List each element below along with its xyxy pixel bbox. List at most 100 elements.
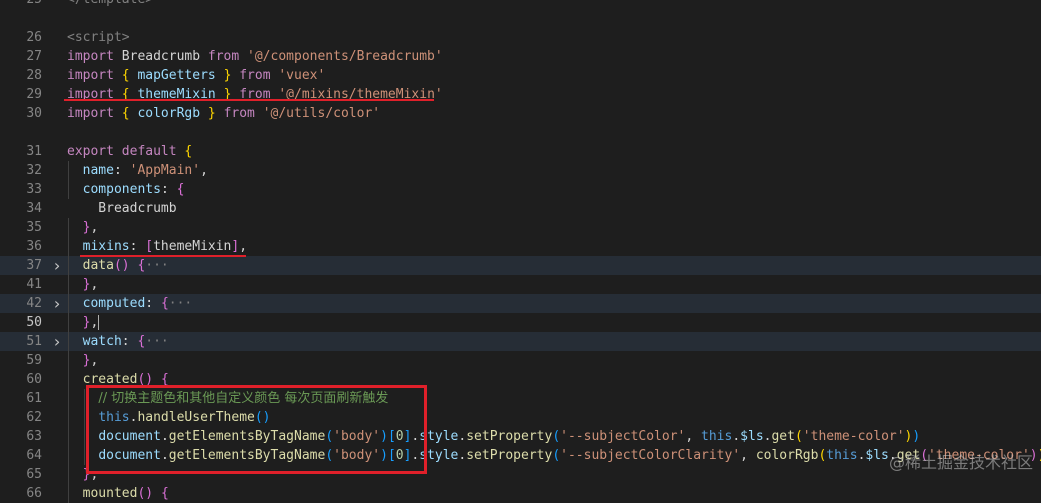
code-line[interactable]: 32 name: 'AppMain',	[0, 161, 1041, 180]
line-number: 42	[26, 296, 42, 311]
line-number: 62	[26, 410, 42, 425]
code-text: export default {	[67, 142, 192, 161]
code-token: from	[223, 106, 255, 121]
line-number: 25	[0, 0, 42, 9]
code-text: },	[67, 351, 99, 370]
code-text: },	[67, 313, 100, 332]
fold-chevron-icon[interactable]: ›	[51, 256, 63, 275]
code-line[interactable]: 50 },	[0, 313, 1041, 332]
indent-guide	[68, 237, 69, 256]
code-token: ,	[740, 448, 756, 463]
code-text: data() {···	[67, 256, 169, 275]
code-line[interactable]: 25 </template>	[0, 0, 1041, 9]
code-line[interactable]	[0, 123, 1041, 142]
fold-chevron-icon[interactable]: ›	[51, 332, 63, 351]
code-line[interactable]: 59 },	[0, 351, 1041, 370]
underline-annotation-mixins	[80, 255, 246, 257]
indent-guide	[68, 332, 69, 351]
code-token: {	[121, 106, 130, 121]
code-line[interactable]: 42 › computed: {···	[0, 294, 1041, 313]
line-number: 61	[26, 391, 42, 406]
code-line[interactable]: 28 import { mapGetters } from 'vuex'	[0, 66, 1041, 85]
code-text: </template>	[67, 0, 153, 9]
code-token: mapGetters	[137, 68, 216, 83]
line-number: 60	[26, 372, 42, 387]
code-token: colorRgb	[755, 448, 819, 463]
code-token: from	[239, 68, 271, 83]
line-number: 26	[26, 30, 42, 45]
indent-guide	[68, 313, 69, 332]
code-token: setProperty	[466, 429, 553, 444]
code-token: ()	[137, 486, 154, 501]
code-token: .	[732, 429, 741, 444]
code-line[interactable]: 66 mounted() {	[0, 484, 1041, 503]
code-line[interactable]: 31 export default {	[0, 142, 1041, 161]
code-text: mounted() {	[67, 484, 169, 503]
indent-guide	[68, 389, 69, 408]
code-token: ,	[239, 239, 248, 254]
line-number: 66	[26, 486, 42, 501]
code-token: Breadcrumb	[113, 49, 208, 64]
code-token: import	[67, 68, 114, 83]
code-text: mixins: [themeMixin],	[67, 237, 247, 256]
code-token: get	[771, 429, 795, 444]
code-line[interactable]: 37 › data() {···	[0, 256, 1041, 275]
code-text: <script>	[67, 28, 130, 47]
indent-guide	[83, 446, 85, 465]
code-line[interactable]	[0, 9, 1041, 28]
code-token: import	[67, 106, 114, 121]
code-line[interactable]: 33 components: {	[0, 180, 1041, 199]
code-token: {	[121, 68, 130, 83]
code-token: Breadcrumb	[67, 201, 177, 216]
indent-guide	[68, 408, 69, 427]
code-line[interactable]: 35 },	[0, 218, 1041, 237]
code-line[interactable]: 51 › watch: {···	[0, 332, 1041, 351]
code-line[interactable]: 29 import { themeMixin } from '@/mixins/t…	[0, 85, 1041, 104]
watermark: @稀土掘金技术社区	[888, 453, 1033, 472]
code-token: name	[82, 163, 114, 178]
box-annotation-created	[86, 385, 427, 474]
line-number: 33	[26, 182, 42, 197]
code-token: (	[552, 448, 561, 463]
indent-guide	[68, 446, 69, 465]
code-token: from	[207, 49, 240, 64]
code-text: },	[67, 275, 99, 294]
indent-guide	[68, 275, 69, 294]
code-token: ,	[200, 163, 208, 178]
code-line[interactable]: 41 },	[0, 275, 1041, 294]
line-number: 31	[26, 144, 42, 159]
code-token: this	[826, 448, 858, 463]
indent-guide	[68, 218, 69, 237]
code-token: '--subjectColorClarity'	[560, 448, 741, 463]
code-line[interactable]: 30 import { colorRgb } from '@/utils/colo…	[0, 104, 1041, 123]
line-number: 51	[26, 334, 42, 349]
code-token: )	[912, 429, 921, 444]
code-token: $ls	[740, 429, 764, 444]
code-text: Breadcrumb	[67, 199, 177, 218]
code-token: $ls	[865, 448, 889, 463]
code-line[interactable]: 27 import Breadcrumb from '@/components/B…	[0, 47, 1041, 66]
code-line[interactable]: 34 Breadcrumb	[0, 199, 1041, 218]
fold-chevron-icon[interactable]: ›	[51, 294, 63, 313]
line-number: 59	[26, 353, 42, 368]
text-cursor	[98, 315, 100, 330]
indent-guide	[68, 351, 69, 370]
code-line[interactable]: 36 mixins: [themeMixin],	[0, 237, 1041, 256]
code-token: {	[160, 486, 169, 501]
code-token: {	[184, 144, 193, 159]
code-token: :	[121, 334, 138, 349]
code-line[interactable]: 26 <script>	[0, 28, 1041, 47]
